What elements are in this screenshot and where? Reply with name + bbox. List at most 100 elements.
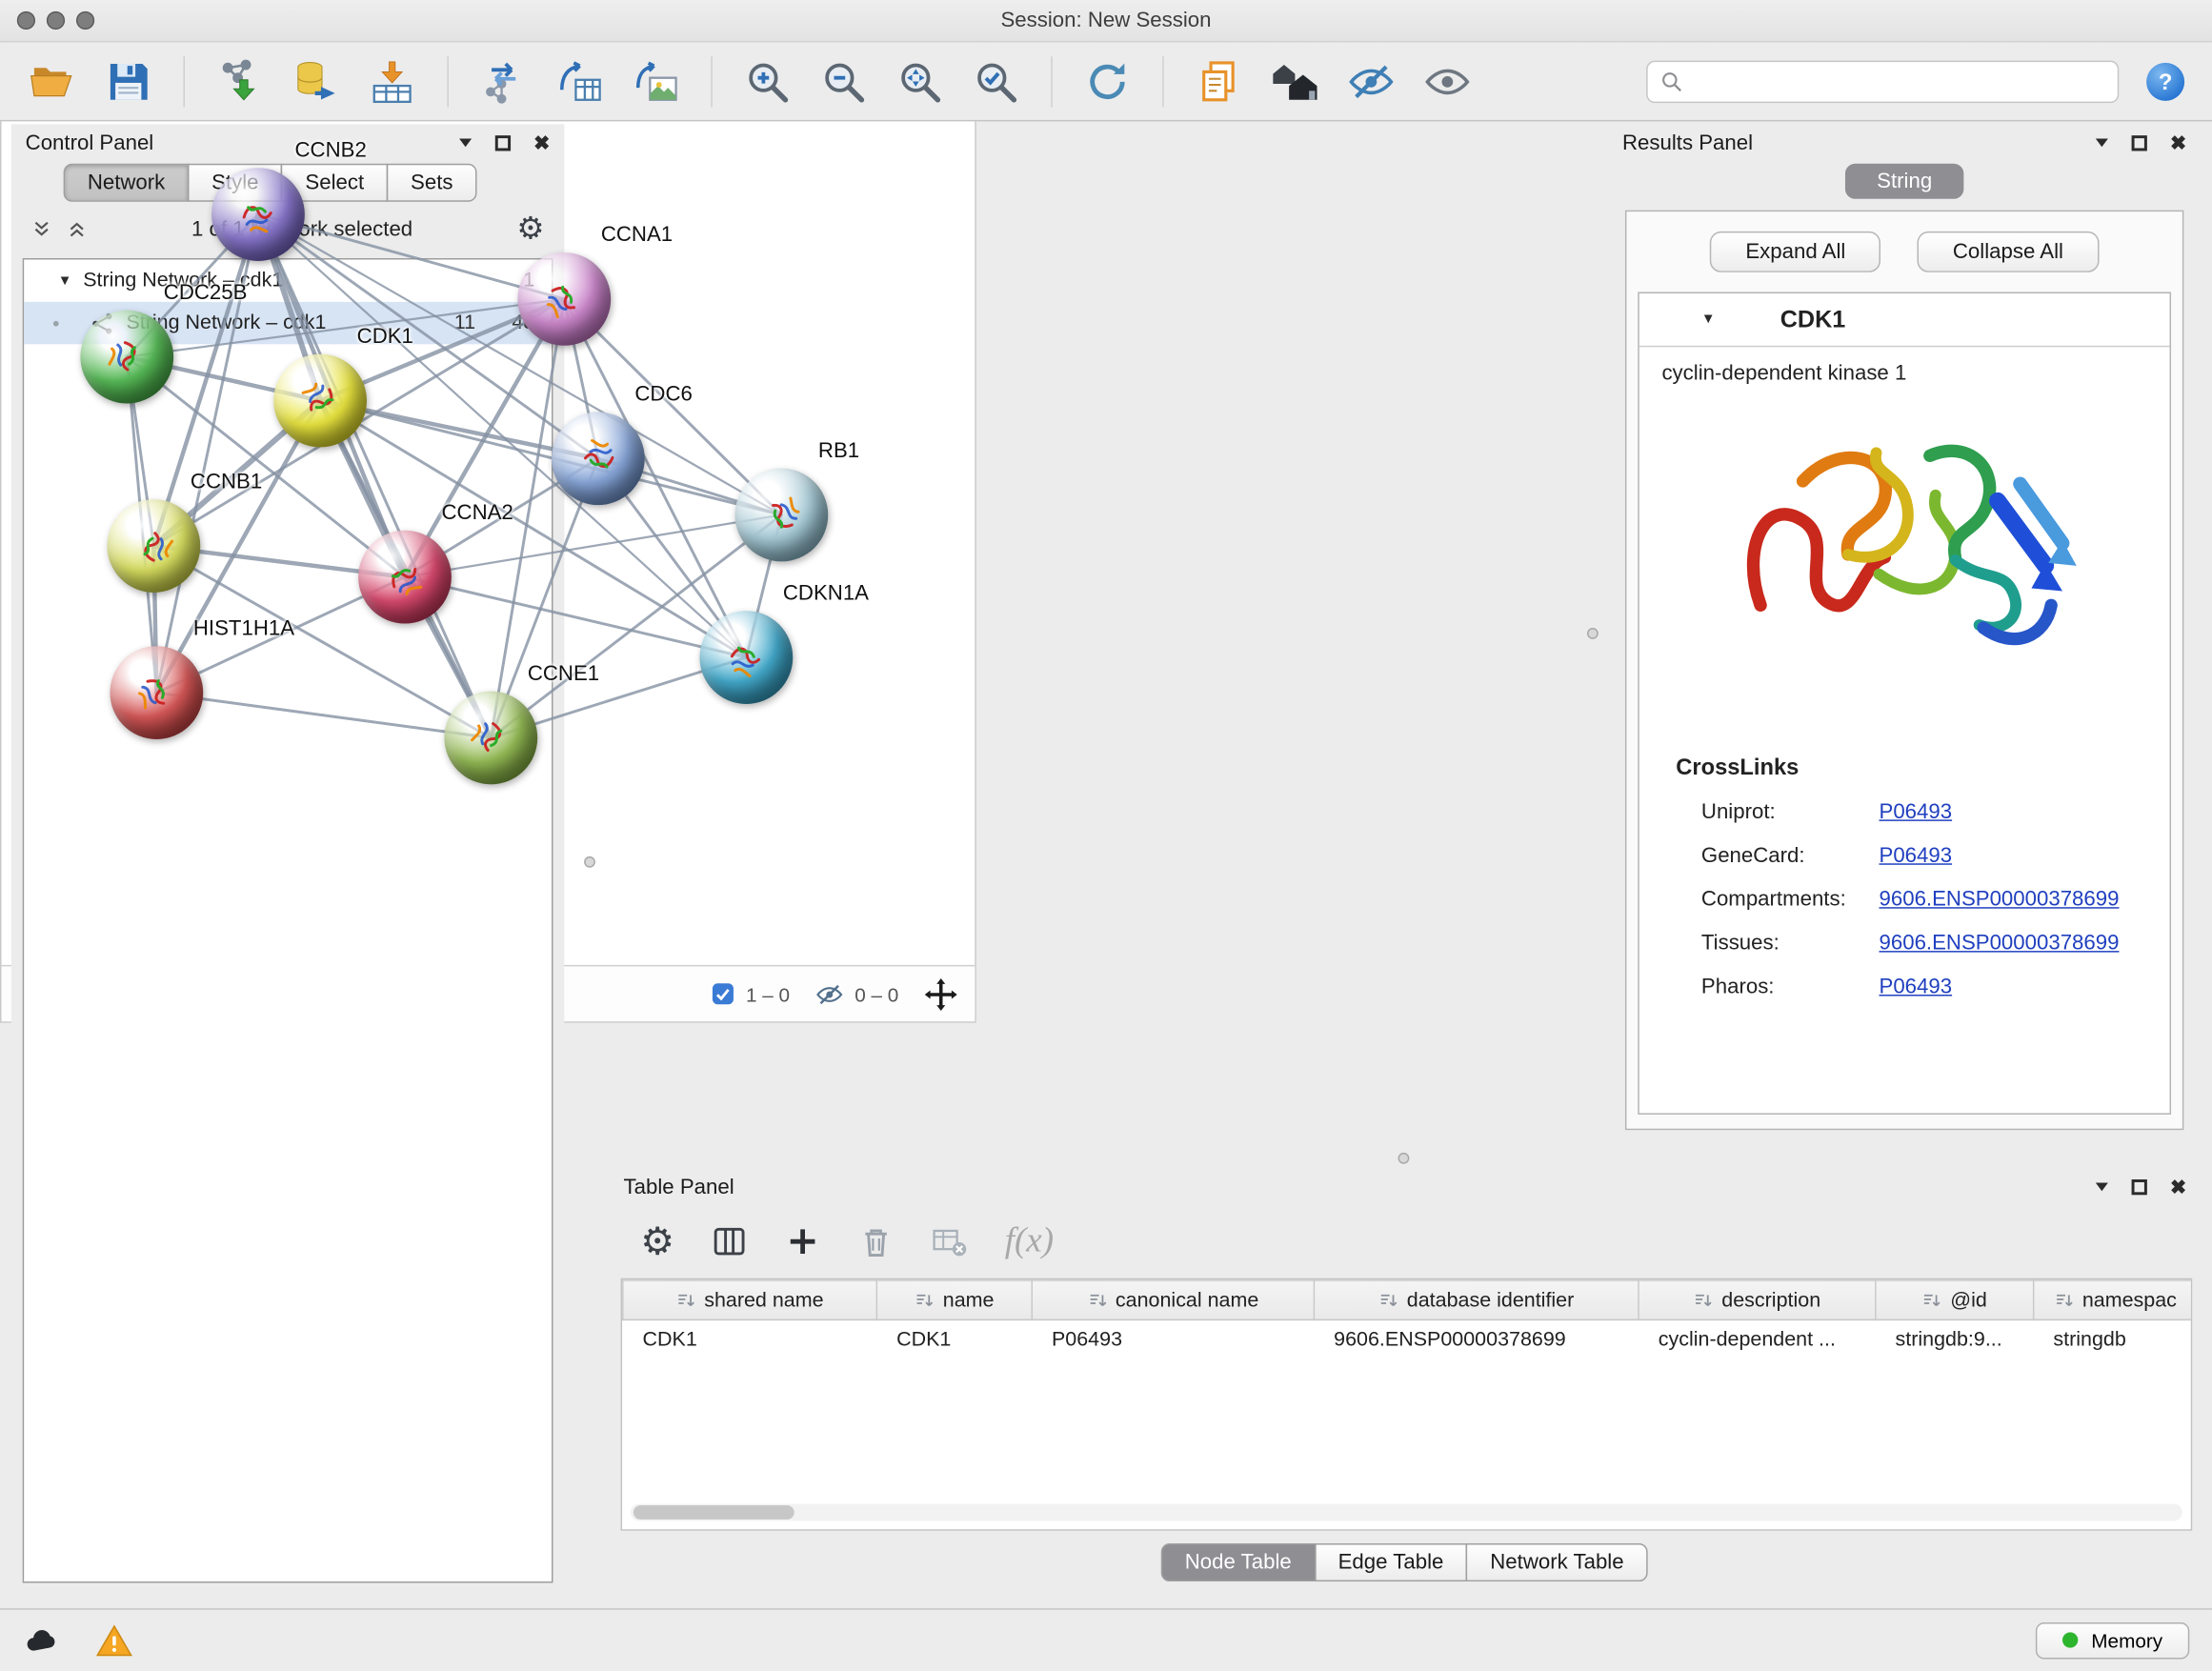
crosslink-label: Uniprot: — [1701, 800, 1880, 824]
crosslink-link[interactable]: P06493 — [1880, 975, 1953, 998]
node-label-ccnb1: CCNB1 — [191, 470, 262, 493]
table-options-gear-icon[interactable]: ⚙ — [640, 1222, 674, 1260]
column-header-namespac[interactable]: namespac — [2034, 1280, 2193, 1319]
network-node-cdc25b[interactable] — [80, 311, 173, 404]
tab-string[interactable]: String — [1846, 164, 1963, 199]
crosslink-row: GeneCard:P06493 — [1639, 834, 2170, 877]
column-header-canonical-name[interactable]: canonical name — [1032, 1280, 1314, 1319]
panel-float-icon[interactable] — [2132, 1178, 2147, 1194]
table-header-row: shared namenamecanonical namedatabase id… — [623, 1280, 2192, 1319]
vertical-splitter-handle[interactable] — [584, 856, 595, 868]
cloud-icon[interactable] — [23, 1621, 60, 1659]
show-columns-icon[interactable] — [712, 1223, 749, 1260]
sort-icon — [676, 1290, 696, 1310]
eye-button[interactable] — [1415, 51, 1479, 111]
network-node-hist1h1a[interactable] — [111, 646, 204, 739]
network-edge[interactable] — [258, 214, 491, 737]
crosslink-link[interactable]: P06493 — [1880, 844, 1953, 868]
node-label-cdkn1a: CDKN1A — [783, 581, 869, 605]
table-cell[interactable]: stringdb:9... — [1876, 1319, 2034, 1359]
node-label-ccne1: CCNE1 — [528, 662, 599, 686]
function-builder-icon[interactable]: f(x) — [1005, 1221, 1054, 1260]
node-table: shared namenamecanonical namedatabase id… — [621, 1278, 2193, 1531]
delete-table-icon[interactable] — [932, 1223, 969, 1260]
network-node-ccnb2[interactable] — [211, 168, 305, 261]
network-node-cdk1[interactable] — [273, 354, 367, 448]
warning-icon[interactable] — [96, 1621, 133, 1659]
table-cell[interactable]: 9606.ENSP00000378699 — [1314, 1319, 1639, 1359]
selected-count: 1 – 0 — [746, 982, 790, 1005]
horizontal-splitter-handle[interactable] — [1398, 1153, 1410, 1164]
expand-all-button[interactable]: Expand All — [1710, 232, 1880, 272]
column-header-description[interactable]: description — [1639, 1280, 1876, 1319]
help-button[interactable]: ? — [2144, 60, 2186, 102]
table-cell[interactable]: P06493 — [1032, 1319, 1314, 1359]
gene-description: cyclin-dependent kinase 1 — [1639, 347, 2170, 385]
horizontal-scrollbar[interactable] — [631, 1504, 2182, 1521]
table-panel-title: Table Panel — [624, 1175, 734, 1198]
network-node-ccnb1[interactable] — [108, 499, 201, 593]
network-canvas[interactable]: CCNB2CCNA1CDC25BCDK1CDC6RB1CCNB1CCNA2CDK… — [1, 1, 975, 964]
sort-icon — [915, 1290, 935, 1310]
refresh-layout-icon — [1083, 57, 1131, 105]
network-node-ccna1[interactable] — [517, 252, 611, 346]
network-node-rb1[interactable] — [735, 469, 829, 562]
column-header-name[interactable]: name — [876, 1280, 1032, 1319]
network-edge[interactable] — [156, 693, 491, 737]
create-column-plus-icon[interactable] — [785, 1223, 822, 1260]
network-node-ccne1[interactable] — [444, 692, 537, 785]
memory-label: Memory — [2091, 1629, 2162, 1652]
column-header--id[interactable]: @id — [1876, 1280, 2034, 1319]
hidden-eye-slash-icon[interactable] — [815, 979, 844, 1008]
delete-column-trash-icon[interactable] — [858, 1223, 895, 1260]
crosslink-link[interactable]: 9606.ENSP00000378699 — [1880, 931, 2120, 955]
document-copy-button[interactable] — [1186, 51, 1251, 111]
selected-checkbox-icon[interactable] — [711, 982, 734, 1006]
toolbar-separator — [1051, 55, 1052, 106]
search-input[interactable] — [1693, 70, 2106, 92]
window-title: Session: New Session — [1000, 9, 1211, 32]
column-header-database-identifier[interactable]: database identifier — [1314, 1280, 1639, 1319]
collapse-all-button[interactable]: Collapse All — [1918, 232, 2099, 272]
vertical-splitter-handle[interactable] — [1587, 628, 1599, 639]
table-cell[interactable]: stringdb — [2034, 1319, 2193, 1359]
memory-button[interactable]: Memory — [2037, 1621, 2190, 1659]
eye-slash-button[interactable] — [1338, 51, 1403, 111]
network-node-cdkn1a[interactable] — [700, 611, 794, 704]
crosslink-link[interactable]: P06493 — [1880, 800, 1953, 824]
refresh-layout-button[interactable] — [1075, 51, 1139, 111]
svg-text:?: ? — [2159, 70, 2172, 94]
status-bar: Memory — [0, 1608, 2212, 1670]
houses-button[interactable] — [1262, 51, 1327, 111]
scrollbar-thumb[interactable] — [633, 1505, 794, 1520]
table-cell[interactable]: cyclin-dependent ... — [1639, 1319, 1876, 1359]
column-header-shared-name[interactable]: shared name — [623, 1280, 877, 1319]
crosslinks-list: Uniprot:P06493GeneCard:P06493Compartment… — [1639, 790, 2170, 1009]
crosslink-row: Pharos:P06493 — [1639, 965, 2170, 1009]
fit-content-crosshair-button[interactable] — [924, 976, 958, 1011]
node-label-rb1: RB1 — [818, 439, 859, 463]
section-disclosure-triangle-icon[interactable]: ▼ — [1701, 312, 1716, 327]
table-row[interactable]: CDK1CDK1P064939606.ENSP00000378699cyclin… — [623, 1319, 2192, 1359]
network-node-cdc6[interactable] — [552, 412, 645, 505]
table-cell[interactable]: CDK1 — [876, 1319, 1032, 1359]
crosslink-link[interactable]: 9606.ENSP00000378699 — [1880, 887, 2120, 911]
crosslink-label: Tissues: — [1701, 931, 1880, 955]
table-cell[interactable]: CDK1 — [623, 1319, 877, 1359]
network-node-ccna2[interactable] — [358, 531, 452, 624]
tab-node-table[interactable]: Node Table — [1161, 1543, 1316, 1581]
sort-icon — [1922, 1290, 1942, 1310]
network-edges-layer — [1, 1, 975, 964]
panel-close-icon[interactable]: ✖ — [2170, 1175, 2186, 1198]
panel-close-icon[interactable]: ✖ — [2170, 131, 2186, 154]
tab-edge-table[interactable]: Edge Table — [1314, 1543, 1467, 1581]
panel-menu-caret-icon[interactable]: ▼ — [2092, 1178, 2113, 1194]
node-label-ccna2: CCNA2 — [442, 501, 513, 525]
network-edge[interactable] — [153, 214, 258, 546]
panel-float-icon[interactable] — [2132, 134, 2147, 150]
search-box[interactable] — [1646, 60, 2119, 102]
tab-network-table[interactable]: Network Table — [1466, 1543, 1648, 1581]
node-label-ccnb2: CCNB2 — [294, 138, 366, 162]
panel-menu-caret-icon[interactable]: ▼ — [2092, 134, 2113, 150]
node-label-ccna1: CCNA1 — [601, 223, 673, 247]
